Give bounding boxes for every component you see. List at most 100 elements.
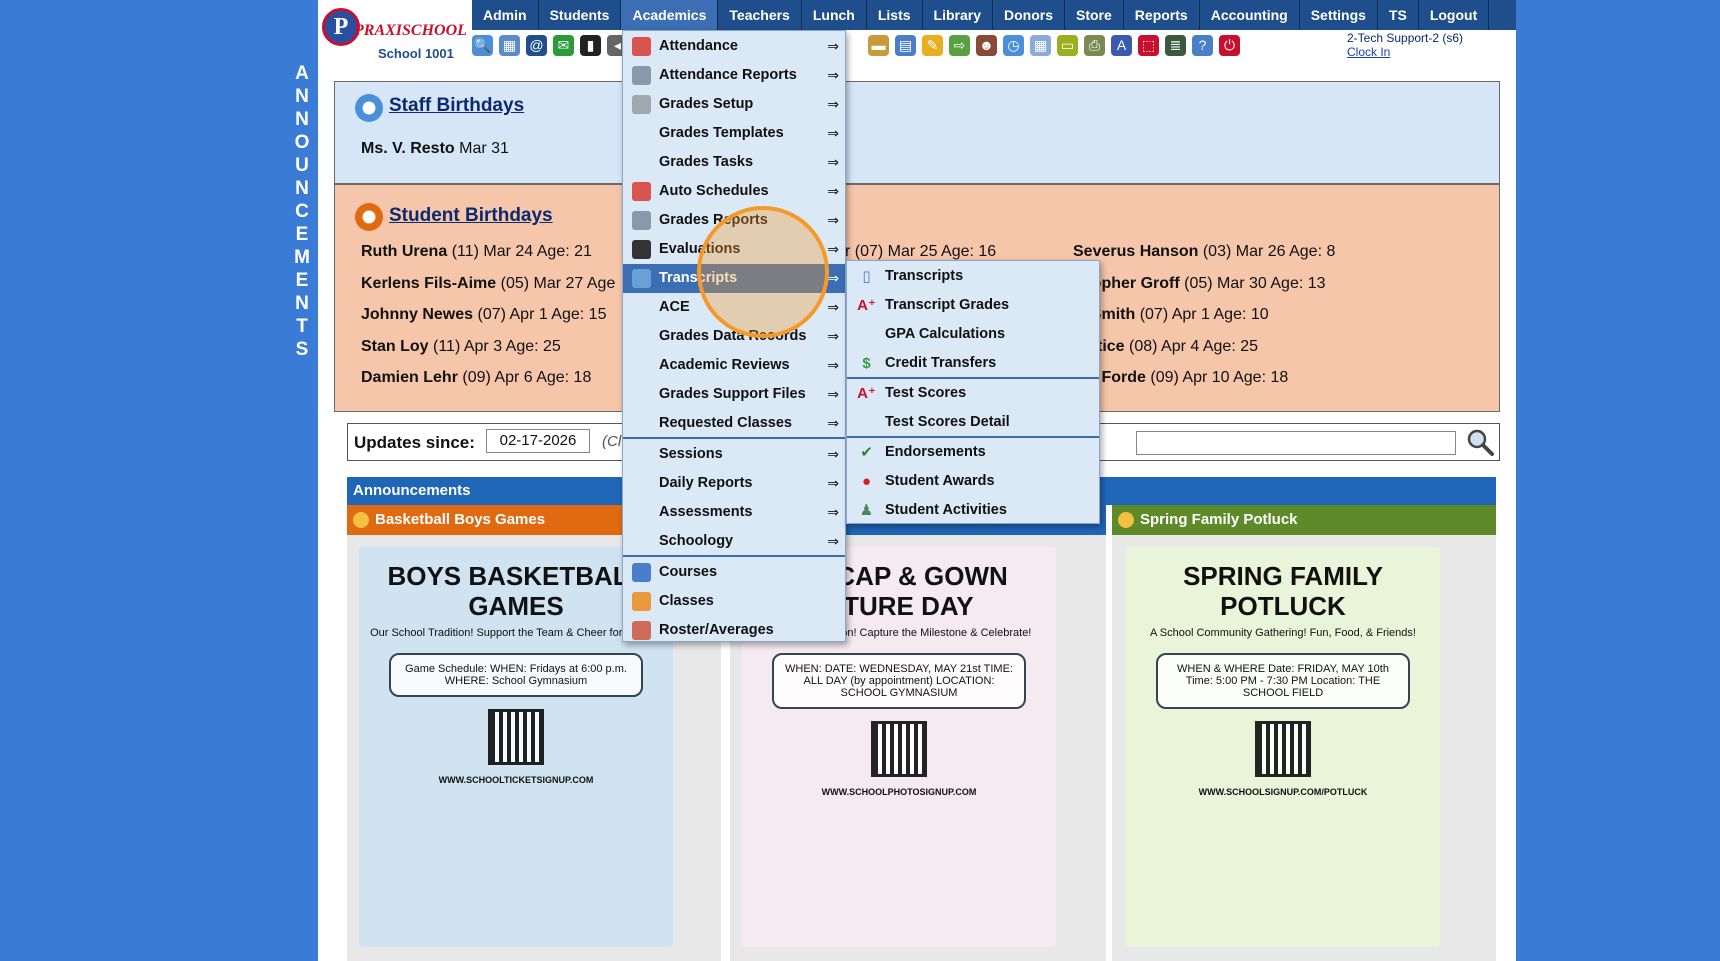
chat-icon[interactable]: ✉: [553, 34, 574, 56]
menu-item-grades-tasks[interactable]: Grades Tasks ⇒: [623, 148, 845, 177]
user-icon[interactable]: ☻: [976, 34, 997, 56]
announcement-card[interactable]: Spring Family Potluck SPRING FAMILY POTLU…: [1112, 505, 1496, 961]
printer-icon[interactable]: ⎙: [1084, 34, 1105, 56]
table-icon[interactable]: ▦: [499, 34, 520, 56]
menu-item-attendance-reports[interactable]: Attendance Reports ⇒: [623, 61, 845, 90]
announcement-icon: [1118, 512, 1134, 528]
nav-store[interactable]: Store: [1065, 0, 1124, 30]
poster-info: WHEN: DATE: WEDNESDAY, MAY 21st TIME: AL…: [772, 653, 1026, 709]
student-birthday-detail: (03) Mar 26 Age: 8: [1202, 243, 1336, 260]
search-input[interactable]: [1136, 431, 1456, 455]
nav-lists[interactable]: Lists: [867, 0, 923, 30]
nav-donors[interactable]: Donors: [993, 0, 1065, 30]
submenu-arrow-icon: ⇒: [827, 357, 839, 373]
search-icon[interactable]: 🔍: [472, 34, 493, 56]
pdf-icon[interactable]: ⬚: [1138, 34, 1159, 56]
menu-item-assessments[interactable]: Assessments ⇒: [623, 498, 845, 527]
nav-library[interactable]: Library: [923, 0, 993, 30]
vertical-announcements-label[interactable]: ANNOUNCEMENTS: [292, 62, 312, 361]
staff-birthday-date: Mar 31: [459, 140, 509, 157]
nav-teachers[interactable]: Teachers: [718, 0, 802, 30]
email-icon[interactable]: @: [526, 34, 547, 56]
clock-in-link[interactable]: Clock In: [1347, 45, 1463, 59]
gear-icon: [632, 95, 651, 114]
people-icon: [632, 592, 651, 611]
nav-logout[interactable]: Logout: [1419, 0, 1490, 30]
menu-item-label: Auto Schedules: [659, 183, 769, 199]
submenu-item-endorsements[interactable]: ✔ Endorsements: [847, 438, 1099, 467]
submenu-arrow-icon: ⇒: [827, 183, 839, 199]
menu-item-academic-reviews[interactable]: Academic Reviews ⇒: [623, 351, 845, 380]
submenu-item-transcript-grades[interactable]: A⁺ Transcript Grades: [847, 291, 1099, 320]
menu-item-grades-setup[interactable]: Grades Setup ⇒: [623, 90, 845, 119]
menu-item-label: Daily Reports: [659, 475, 753, 491]
submenu-item-label: GPA Calculations: [885, 326, 1006, 342]
menu-item-grades-templates[interactable]: Grades Templates ⇒: [623, 119, 845, 148]
menu-item-daily-reports[interactable]: Daily Reports ⇒: [623, 469, 845, 498]
ap-icon[interactable]: A: [1111, 34, 1132, 56]
submenu-item-credit-transfers[interactable]: $ Credit Transfers: [847, 349, 1099, 378]
nav-students[interactable]: Students: [539, 0, 622, 30]
nav-lunch[interactable]: Lunch: [802, 0, 867, 30]
updates-date-input[interactable]: 02-17-2026: [486, 429, 590, 453]
transfer-icon[interactable]: ⇨: [949, 34, 970, 56]
staff-birthdays-title[interactable]: Staff Birthdays: [389, 95, 524, 117]
poster-info: WHEN & WHERE Date: FRIDAY, MAY 10th Time…: [1156, 653, 1410, 709]
menu-item-schoology[interactable]: Schoology ⇒: [623, 527, 845, 556]
vertical-letter: A: [295, 63, 309, 84]
submenu-item-student-activities[interactable]: ♟ Student Activities: [847, 496, 1099, 525]
submenu-item-gpa-calculations[interactable]: GPA Calculations: [847, 320, 1099, 349]
student-name: Damien Lehr: [361, 369, 458, 386]
submenu-item-transcripts[interactable]: ▯ Transcripts: [847, 262, 1099, 291]
announcement-title-text: Spring Family Potluck: [1140, 511, 1298, 528]
power-icon[interactable]: ⏻: [1219, 34, 1240, 56]
card-icon[interactable]: ▭: [1057, 34, 1078, 56]
student-birthday-detail: (09) Apr 6 Age: 18: [462, 369, 592, 386]
student-birthday-entry: Lettice (08) Apr 4 Age: 25: [1073, 338, 1258, 356]
student-birthday-entry: Kerlens Fils-Aime (05) Mar 27 Age: [361, 275, 615, 293]
calendar-grid-icon[interactable]: ▦: [1030, 34, 1051, 56]
announcement-poster[interactable]: SPRING FAMILY POTLUCK A School Community …: [1126, 547, 1440, 947]
submenu-arrow-icon: ⇒: [827, 299, 839, 315]
id-card-icon[interactable]: ▬: [868, 34, 889, 56]
menu-item-courses[interactable]: Courses: [623, 558, 845, 587]
nav-ts[interactable]: TS: [1378, 0, 1419, 30]
nav-accounting[interactable]: Accounting: [1200, 0, 1300, 30]
nav-settings[interactable]: Settings: [1300, 0, 1378, 30]
vertical-letter: S: [295, 339, 309, 360]
announcement-title[interactable]: Spring Family Potluck: [1112, 505, 1496, 535]
student-birthdays-title[interactable]: Student Birthdays: [389, 205, 553, 227]
submenu-item-test-scores-detail[interactable]: Test Scores Detail: [847, 408, 1099, 437]
menu-item-sessions[interactable]: Sessions ⇒: [623, 440, 845, 469]
search-icon[interactable]: [1466, 428, 1494, 456]
menu-item-label: Requested Classes: [659, 415, 792, 431]
menu-item-requested-classes[interactable]: Requested Classes ⇒: [623, 409, 845, 438]
app-logo[interactable]: P PRAXISCHOOL School 1001: [320, 4, 470, 61]
submenu-item-label: Credit Transfers: [885, 355, 997, 371]
student-birthday-entry: ia Smith (07) Apr 1 Age: 10: [1073, 306, 1269, 324]
nav-reports[interactable]: Reports: [1124, 0, 1200, 30]
student-name: Kerlens Fils-Aime: [361, 274, 497, 292]
menu-separator: [623, 437, 845, 439]
help-icon[interactable]: ?: [1192, 34, 1213, 56]
menu-item-classes[interactable]: Classes: [623, 587, 845, 616]
nav-admin[interactable]: Admin: [472, 0, 539, 30]
menu-item-grades-support-files[interactable]: Grades Support Files ⇒: [623, 380, 845, 409]
document-icon: [632, 269, 651, 288]
menu-item-auto-schedules[interactable]: Auto Schedules ⇒: [623, 177, 845, 206]
pencil-icon[interactable]: ✎: [922, 34, 943, 56]
submenu-arrow-icon: ⇒: [827, 270, 839, 286]
submenu-item-student-awards[interactable]: ● Student Awards: [847, 467, 1099, 496]
menu-item-attendance[interactable]: Attendance ⇒: [623, 32, 845, 61]
submenu-arrow-icon: ⇒: [827, 533, 839, 549]
clock-icon[interactable]: ◷: [1003, 34, 1024, 56]
student-birthday-detail: (07) Apr 1 Age: 10: [1139, 306, 1269, 323]
submenu-item-test-scores[interactable]: A⁺ Test Scores: [847, 379, 1099, 408]
stack-icon[interactable]: ≣: [1165, 34, 1186, 56]
phone-icon[interactable]: ▮: [580, 34, 601, 56]
transcripts-submenu: ▯ Transcripts A⁺ Transcript Grades GPA Calcu…: [846, 260, 1100, 524]
notebook-icon[interactable]: ▤: [895, 34, 916, 56]
menu-item-roster-averages[interactable]: Roster/Averages: [623, 616, 845, 645]
poster-url: WWW.SCHOOLTICKETSIGNUP.COM: [438, 775, 594, 785]
nav-academics[interactable]: Academics: [621, 0, 719, 30]
